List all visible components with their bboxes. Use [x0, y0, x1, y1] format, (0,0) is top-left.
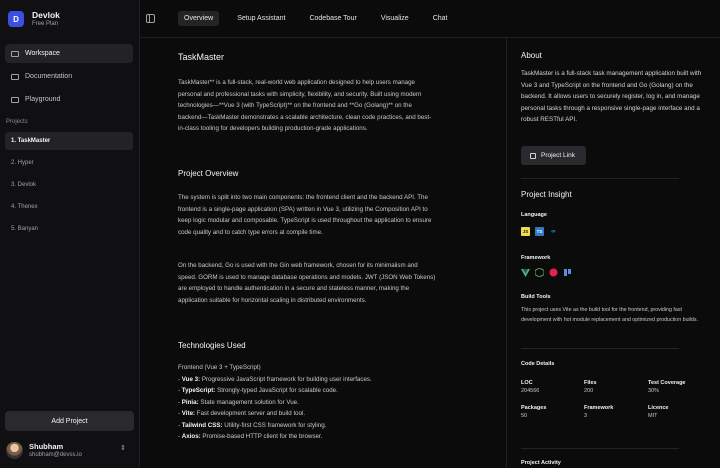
details-panel: About TaskMaster is a full-stack task ma…: [506, 38, 720, 468]
code-detail-licence: Licence MIT: [648, 405, 669, 419]
list-item: - Pinia: State management solution for V…: [178, 398, 299, 406]
project-link-label: Project Link: [541, 152, 575, 159]
code-details-grid: LOC 204566 Files 200 Test Coverage 30% Pack…: [521, 379, 711, 421]
overview-paragraph-2: On the backend, Go is used with the Gin …: [178, 262, 436, 304]
project-item-taskmaster[interactable]: 1. TaskMaster: [5, 132, 133, 150]
projects-list: 1. TaskMaster 2. Hyper 3. Devlok 4. Then…: [5, 132, 133, 242]
project-item-hyper[interactable]: 2. Hyper: [5, 154, 133, 172]
about-text: TaskMaster is a full-stack task manageme…: [521, 70, 702, 123]
external-link-icon: [530, 152, 536, 159]
divider: [521, 178, 679, 179]
framework-label: Framework: [521, 255, 551, 261]
laravel-icon: [563, 268, 572, 277]
divider: [521, 448, 679, 449]
nav-item-playground[interactable]: Playground: [5, 90, 133, 109]
code-detail-packages: Packages 50: [521, 405, 547, 419]
project-item-thenex[interactable]: 4. Thenex: [5, 198, 133, 216]
project-activity-label: Project Activity: [521, 460, 561, 466]
user-name: Shubham: [29, 441, 64, 451]
brand-logo: D: [8, 11, 24, 27]
brand-plan: Free Plan: [32, 21, 59, 27]
list-item: - Axios: Promise-based HTTP client for t…: [178, 433, 323, 440]
list-item: - Tailwind CSS: Utility-first CSS framew…: [178, 421, 327, 429]
tab-codebase-tour[interactable]: Codebase Tour: [303, 11, 362, 26]
sidebar: D Devlok Free Plan Workspace Documentati…: [0, 0, 140, 468]
add-project-button[interactable]: Add Project: [5, 411, 134, 431]
project-item-devlok[interactable]: 3. Devlok: [5, 176, 133, 194]
nest-icon: [549, 268, 558, 277]
language-label: Language: [521, 212, 547, 218]
playground-icon: [11, 96, 19, 103]
insight-heading: Project Insight: [521, 190, 572, 199]
list-item: - Vite: Fast development server and buil…: [178, 410, 306, 417]
list-item: - Vue 3: Progressive JavaScript framewor…: [178, 375, 372, 383]
workspace-icon: [11, 50, 19, 57]
user-email: shubham@devss.io: [29, 451, 82, 458]
sidebar-toggle-icon[interactable]: [146, 14, 155, 23]
code-detail-files: Files 200: [584, 380, 597, 394]
nav-item-documentation[interactable]: Documentation: [5, 67, 133, 86]
code-detail-test-coverage: Test Coverage 30%: [648, 380, 686, 394]
user-menu[interactable]: Shubham shubham@devss.io ⇕: [6, 439, 134, 461]
overview-paragraph-1: The system is split into two main compon…: [178, 194, 432, 236]
projects-heading: Projects: [6, 119, 28, 125]
code-detail-framework: Framework 3: [584, 405, 614, 419]
divider: [521, 348, 679, 349]
brand[interactable]: D Devlok Free Plan: [8, 10, 60, 28]
nav-item-label: Documentation: [25, 73, 73, 80]
language-icons: JS TS ∞: [521, 227, 558, 236]
sidebar-nav: Workspace Documentation Playground: [5, 44, 133, 113]
nav-item-label: Workspace: [25, 50, 60, 57]
brand-name: Devlok: [32, 10, 60, 20]
tab-setup-assistant[interactable]: Setup Assistant: [231, 11, 291, 26]
node-icon: [535, 268, 544, 277]
tab-visualize[interactable]: Visualize: [375, 11, 415, 26]
documentation-icon: [11, 73, 19, 80]
overview-heading: Project Overview: [178, 169, 239, 178]
javascript-icon: JS: [521, 227, 530, 236]
topbar: Overview Setup Assistant Codebase Tour V…: [140, 0, 720, 38]
technologies-heading: Technologies Used: [178, 341, 246, 350]
project-link-button[interactable]: Project Link: [521, 146, 586, 165]
intro-paragraph: TaskMaster** is a full-stack, real-world…: [178, 79, 432, 132]
main-content: TaskMaster TaskMaster** is a full-stack,…: [178, 38, 436, 468]
list-item: - TypeScript: Strongly-typed JavaScript …: [178, 387, 338, 394]
nav-item-workspace[interactable]: Workspace: [5, 44, 133, 63]
nav-item-label: Playground: [25, 96, 61, 103]
tab-bar: Overview Setup Assistant Codebase Tour V…: [178, 11, 462, 26]
code-detail-loc: LOC 204566: [521, 380, 540, 394]
chevron-up-down-icon: ⇕: [120, 445, 126, 452]
project-item-banyan[interactable]: 5. Banyan: [5, 220, 133, 238]
code-details-label: Code Details: [521, 361, 555, 367]
typescript-icon: TS: [535, 227, 544, 236]
build-tools-label: Build Tools: [521, 294, 551, 300]
tab-overview[interactable]: Overview: [178, 11, 220, 26]
page-title: TaskMaster: [178, 52, 225, 62]
tab-chat[interactable]: Chat: [427, 11, 454, 26]
avatar: [6, 441, 23, 459]
tech-intro: Frontend (Vue 3 + TypeScript): [178, 364, 261, 371]
go-icon: ∞: [551, 228, 556, 235]
technologies-list: Frontend (Vue 3 + TypeScript) - Vue 3: P…: [178, 362, 372, 443]
build-tools-text: This project uses Vite as the build tool…: [521, 307, 698, 323]
vue-icon: [521, 268, 530, 277]
about-heading: About: [521, 51, 542, 60]
framework-icons: [521, 268, 572, 277]
